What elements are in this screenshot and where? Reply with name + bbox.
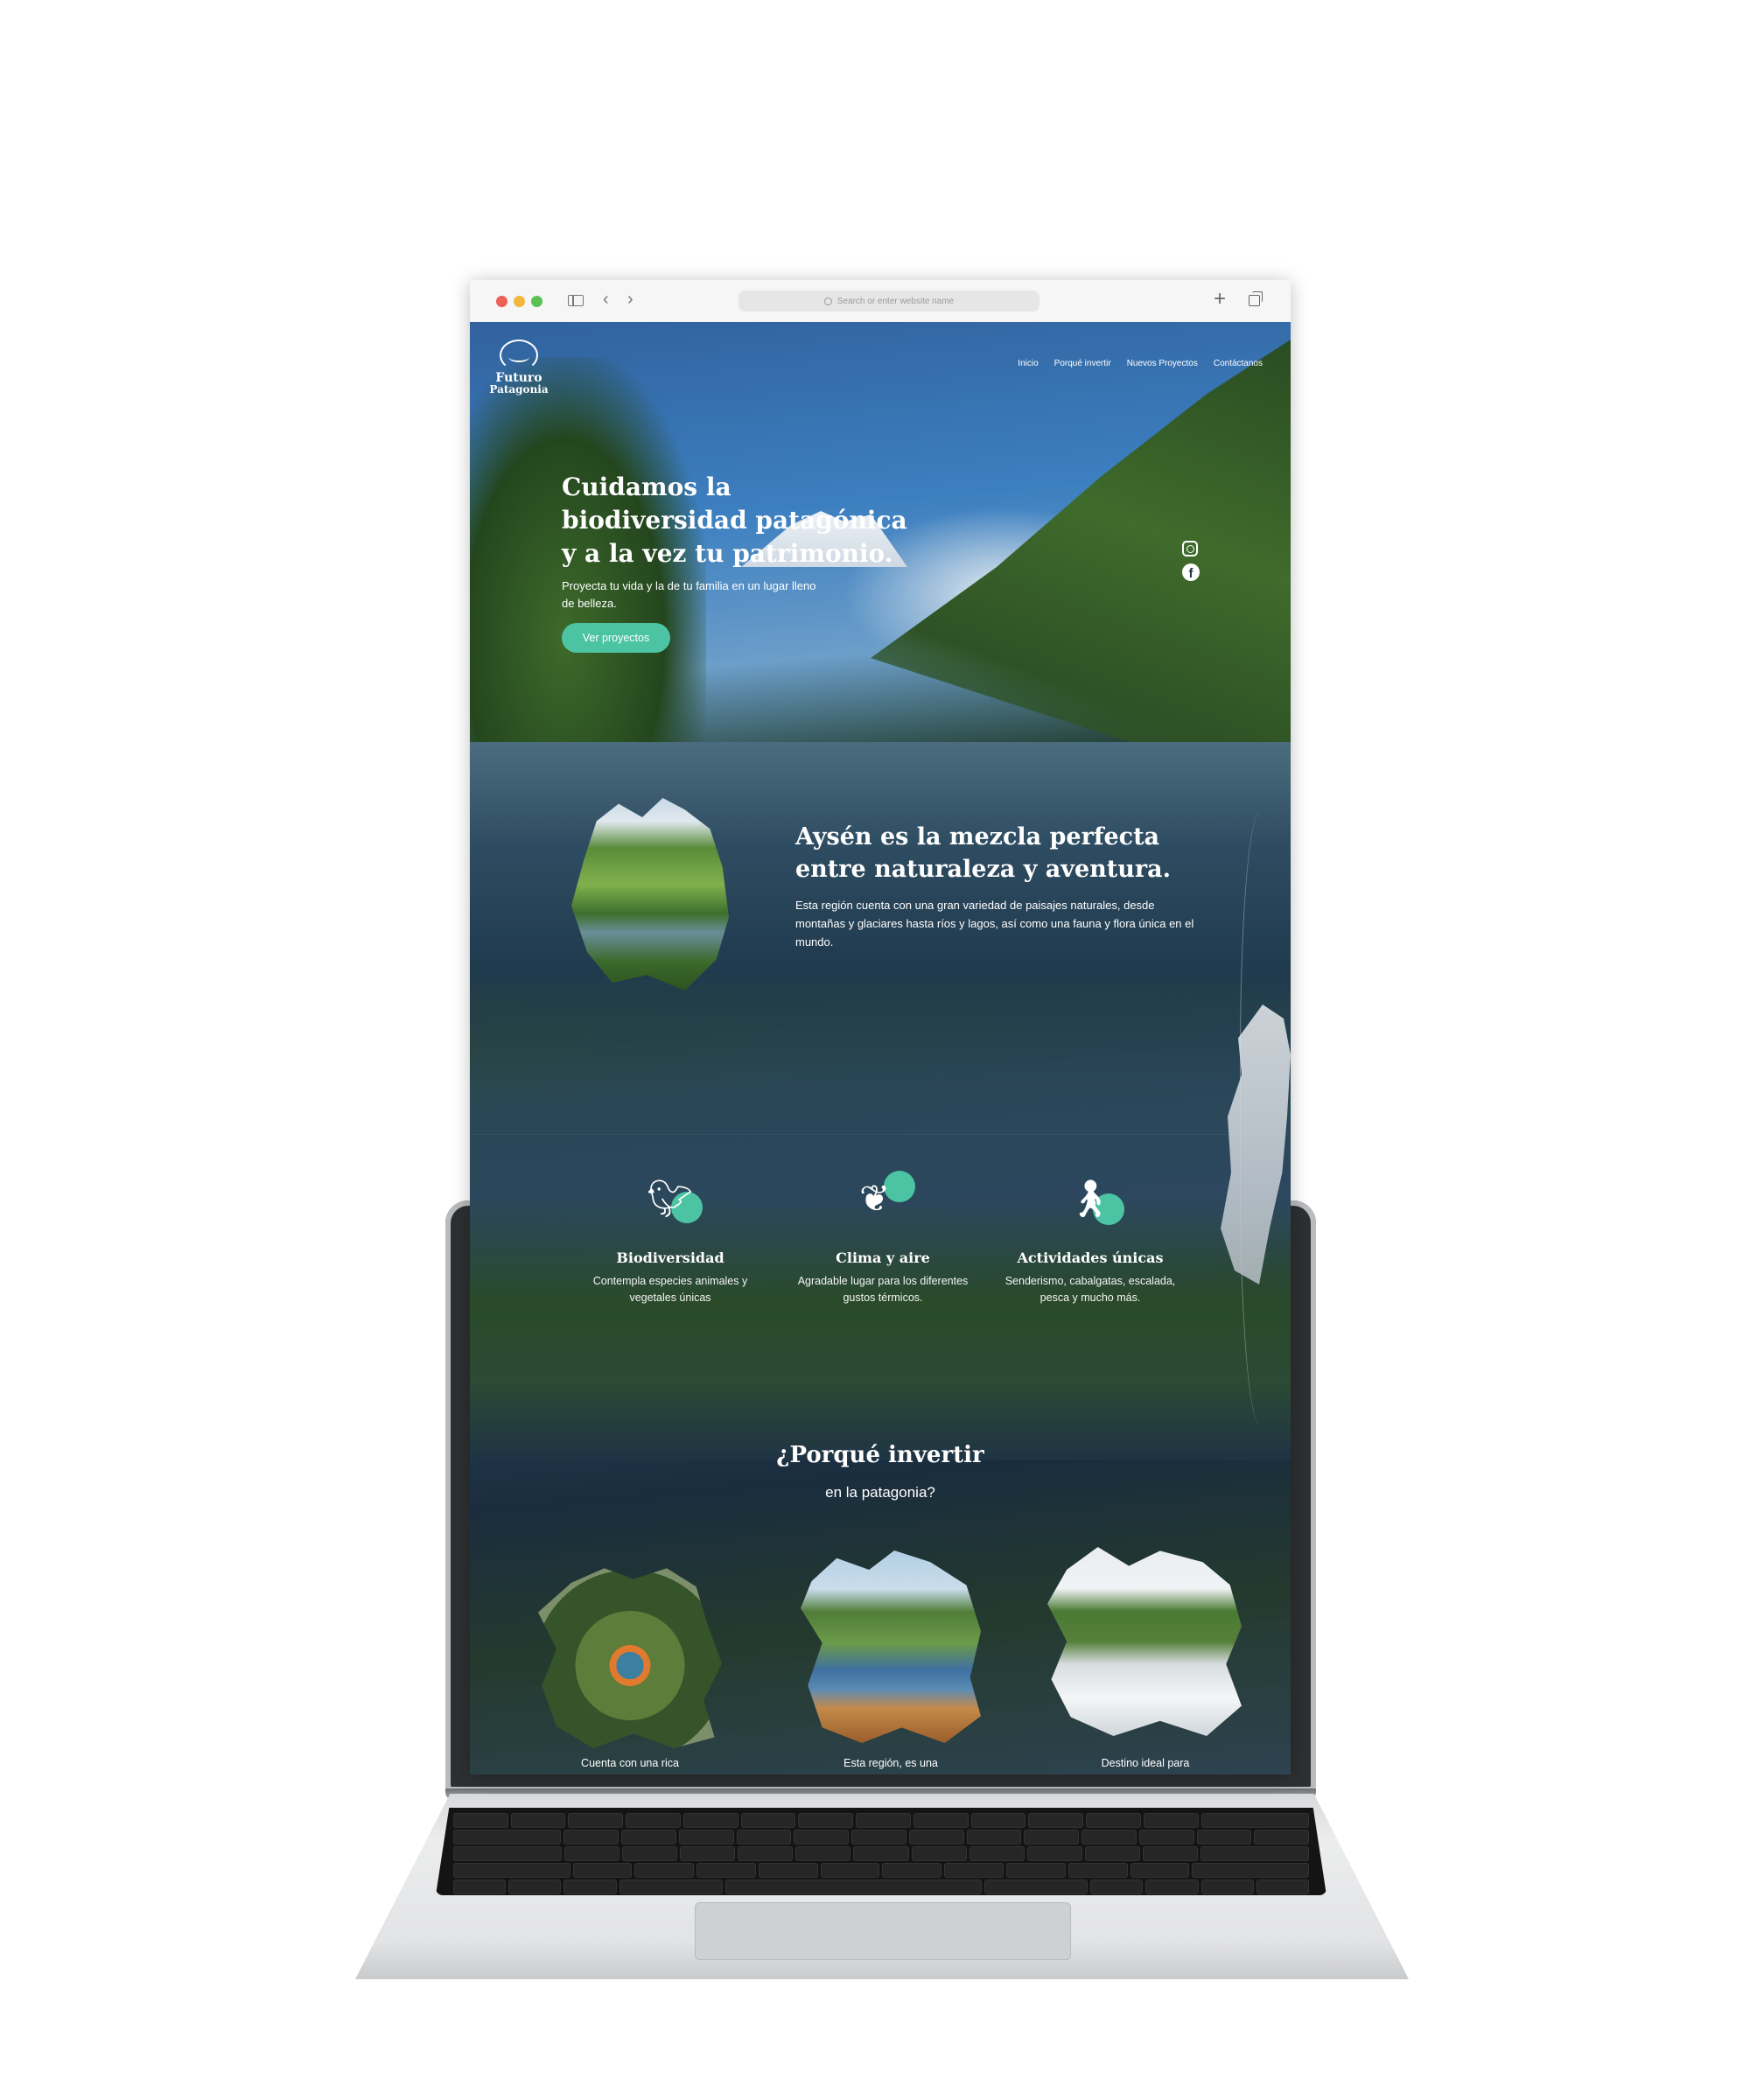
- address-placeholder: Search or enter website name: [836, 296, 955, 306]
- close-window-button[interactable]: [496, 296, 508, 307]
- why-invest-subtitle: en la patagonia?: [825, 1484, 935, 1501]
- ver-proyectos-button[interactable]: Ver proyectos: [562, 623, 670, 653]
- social-links: f: [1182, 541, 1200, 581]
- forward-arrow-icon[interactable]: ›: [627, 290, 634, 308]
- feature-text: Agradable lugar para los diferentes gust…: [797, 1275, 969, 1304]
- nav-contactanos[interactable]: Contáctanos: [1214, 359, 1263, 368]
- hero-title: Cuidamos la biodiversidad patagónica y a…: [562, 472, 907, 568]
- trackpad: [695, 1902, 1071, 1960]
- keyboard: [436, 1808, 1326, 1895]
- webpage: Futuro Patagonia Inicio Porqué invertir …: [470, 322, 1291, 1774]
- main-nav: Inicio Porqué invertir Nuevos Proyectos …: [1018, 359, 1263, 368]
- nav-nuevos-proyectos[interactable]: Nuevos Proyectos: [1127, 359, 1198, 368]
- river-stones-photo: [801, 1550, 981, 1743]
- site-logo[interactable]: Futuro Patagonia: [487, 340, 550, 396]
- feature-biodiversidad: 🐦︎ Biodiversidad Contempla especies anim…: [570, 1167, 771, 1306]
- sidebar-toggle-icon[interactable]: [568, 295, 584, 306]
- logo-line-2: Patagonia: [489, 383, 549, 396]
- back-arrow-icon[interactable]: ‹: [603, 290, 609, 308]
- browser-toolbar: ‹ › Search or enter website name +: [470, 280, 1291, 323]
- feature-title: Biodiversidad: [616, 1250, 724, 1266]
- aysen-title: Aysén es la mezcla perfecta entre natura…: [795, 823, 1171, 883]
- feature-text: Senderismo, cabalgatas, escalada, pesca …: [1004, 1275, 1176, 1304]
- nav-porque-invertir[interactable]: Porqué invertir: [1054, 359, 1111, 368]
- kingfisher-photo: [538, 1568, 722, 1748]
- feature-title: Clima y aire: [836, 1250, 930, 1266]
- browser-window: ‹ › Search or enter website name + Futur…: [470, 280, 1291, 1774]
- instagram-icon[interactable]: [1182, 541, 1198, 556]
- feature-clima: ❦ Clima y aire Agradable lugar para los …: [782, 1167, 984, 1306]
- nav-inicio[interactable]: Inicio: [1018, 359, 1038, 368]
- rapids-photo: [1047, 1547, 1242, 1736]
- new-tab-icon[interactable]: +: [1214, 288, 1226, 311]
- hiker-icon: 🚶︎: [1067, 1177, 1114, 1220]
- reason-caption: Esta región, es una: [844, 1757, 938, 1769]
- search-icon: [823, 297, 832, 305]
- tab-overview-icon[interactable]: [1249, 291, 1263, 306]
- aysen-river-photo: [571, 798, 729, 990]
- zoom-window-button[interactable]: [531, 296, 542, 307]
- reason-caption: Destino ideal para: [1101, 1757, 1190, 1769]
- minimize-window-button[interactable]: [514, 296, 525, 307]
- feature-actividades: 🚶︎ Actividades únicas Senderismo, cabalg…: [990, 1167, 1191, 1306]
- hero-subtitle: Proyecta tu vida y la de tu familia en u…: [562, 579, 816, 610]
- logo-wave-icon: [500, 340, 538, 371]
- address-bar[interactable]: Search or enter website name: [738, 290, 1040, 312]
- facebook-icon[interactable]: f: [1182, 564, 1200, 581]
- section-divider: [470, 1134, 1291, 1135]
- aysen-description: Esta región cuenta con una gran variedad…: [795, 899, 1194, 948]
- reason-caption: Cuenta con una rica: [581, 1757, 679, 1769]
- feature-text: Contempla especies animales y vegetales …: [592, 1275, 748, 1304]
- feature-title: Actividades únicas: [1017, 1250, 1164, 1266]
- leaf-icon: ❦: [859, 1177, 891, 1220]
- mountain-right: [871, 340, 1291, 794]
- bird-icon: 🐦︎: [647, 1177, 694, 1220]
- why-invest-title: ¿Porqué invertir: [776, 1442, 984, 1468]
